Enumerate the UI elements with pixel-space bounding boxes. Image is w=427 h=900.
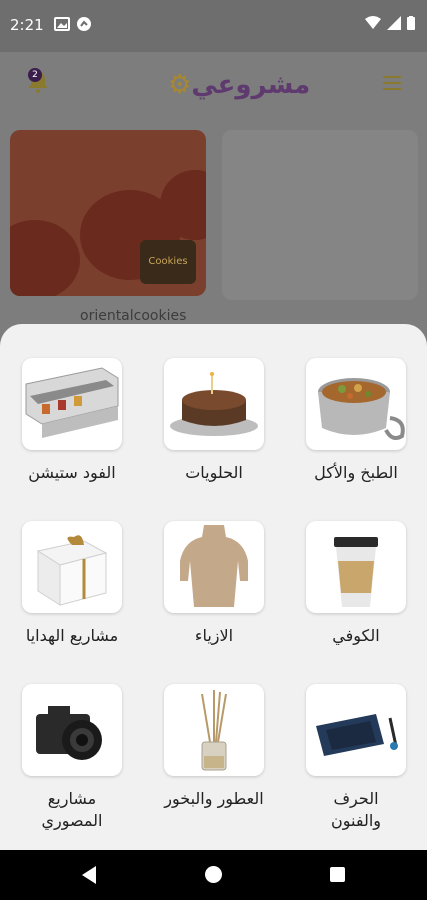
category-label: العطور والبخور [164,789,264,808]
category-label: الازياء [194,626,234,645]
messenger-notification-icon [77,17,91,31]
recent-apps-icon[interactable] [330,867,345,882]
drawing-tablet-icon [316,714,398,756]
status-icons [365,16,415,30]
wifi-icon [365,16,381,29]
featured-shop-card[interactable]: Cookies [10,130,206,296]
status-bar: 2:21 [0,0,427,52]
app-header: 2 مشروعي⚙ [0,52,427,112]
mannequin-icon [180,525,248,607]
category-label: مشاريع المصوري [41,789,103,830]
gear-logo-icon: ⚙ [168,70,192,100]
shop-card-placeholder[interactable] [222,130,418,300]
home-icon[interactable] [205,866,222,883]
category-fashion[interactable]: الازياء [164,521,264,647]
notification-badge: 2 [28,68,42,82]
cookies-brand-badge: Cookies [140,240,196,284]
category-gifts[interactable]: مشاريع الهدايا [22,521,122,647]
battery-icon [407,16,415,30]
notifications-button[interactable]: 2 [24,66,52,94]
shop-name: orientalcookies [80,308,187,324]
back-icon[interactable] [82,866,96,884]
status-time: 2:21 [10,16,44,34]
category-photography[interactable]: مشاريع المصوري [22,684,122,832]
menu-icon[interactable] [383,76,401,90]
category-coffee[interactable]: الكوفي [306,521,406,647]
app-logo: مشروعي⚙ [168,70,310,100]
category-perfumes[interactable]: العطور والبخور [164,684,264,810]
category-cooking[interactable]: الطبخ والأكل [306,358,406,484]
coffee-cup-icon [334,537,378,607]
category-label: الكوفي [332,626,380,645]
gift-box-icon [36,535,108,606]
category-label: الفود ستيشن [28,463,116,482]
camera-icon [36,706,102,760]
gallery-notification-icon [54,17,70,31]
cooking-pot-icon [318,378,405,440]
category-food-station[interactable]: الفود ستيشن [22,358,122,484]
category-desserts[interactable]: الحلويات [164,358,264,484]
category-crafts[interactable]: الحرف والفنون [306,684,406,832]
reed-diffuser-icon [201,690,227,771]
system-navigation-bar [0,850,427,900]
signal-icon [387,16,401,30]
category-bottom-sheet: الطبخ والأكل الحلويات الفود ستيشن الكوفي… [0,324,427,850]
cake-icon [170,372,258,436]
category-label: الطبخ والأكل [314,463,398,482]
category-label: الحلويات [185,463,243,482]
category-label: مشاريع الهدايا [25,626,119,645]
logo-text: مشروعي [191,70,311,100]
category-label: الحرف والفنون [331,789,381,830]
food-station-icon [25,367,119,438]
